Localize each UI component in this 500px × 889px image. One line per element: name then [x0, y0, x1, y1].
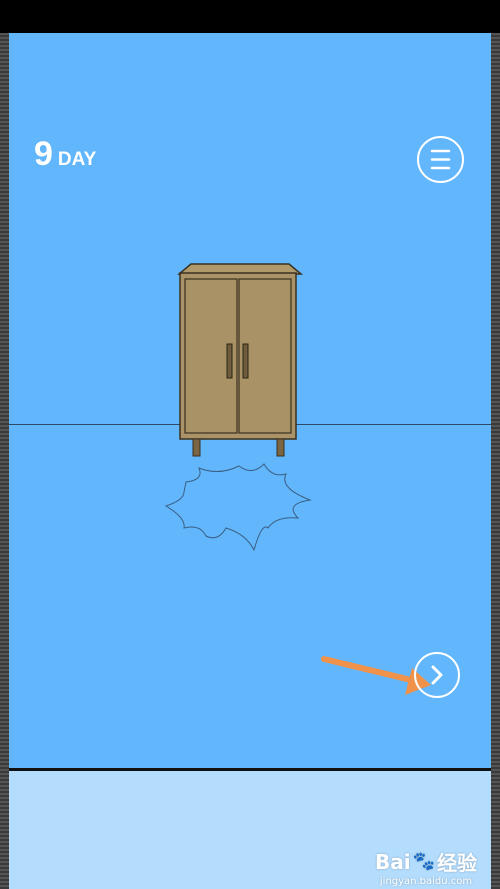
hamburger-menu-icon	[430, 149, 451, 170]
day-counter: 9 DAY	[34, 135, 96, 174]
baidu-watermark: Bai 🐾 经验 jingyan.baidu.com	[374, 847, 477, 888]
next-scene-button[interactable]	[414, 652, 460, 698]
paw-icon: 🐾	[412, 851, 435, 872]
right-border	[491, 33, 500, 889]
left-border	[0, 33, 9, 889]
watermark-prefix: Bai	[374, 849, 411, 874]
chevron-right-icon	[431, 665, 443, 685]
day-label: DAY	[57, 149, 97, 170]
game-scene: 9 DAY	[9, 33, 491, 768]
water-puddle[interactable]	[164, 462, 314, 552]
wooden-cabinet[interactable]	[177, 262, 309, 458]
menu-button[interactable]	[417, 136, 464, 183]
watermark-suffix: 经验	[437, 851, 477, 875]
inventory-panel: Bai 🐾 经验 jingyan.baidu.com	[9, 771, 491, 889]
watermark-url: jingyan.baidu.com	[379, 876, 473, 887]
top-status-bar	[0, 0, 500, 33]
day-number: 9	[34, 135, 53, 173]
